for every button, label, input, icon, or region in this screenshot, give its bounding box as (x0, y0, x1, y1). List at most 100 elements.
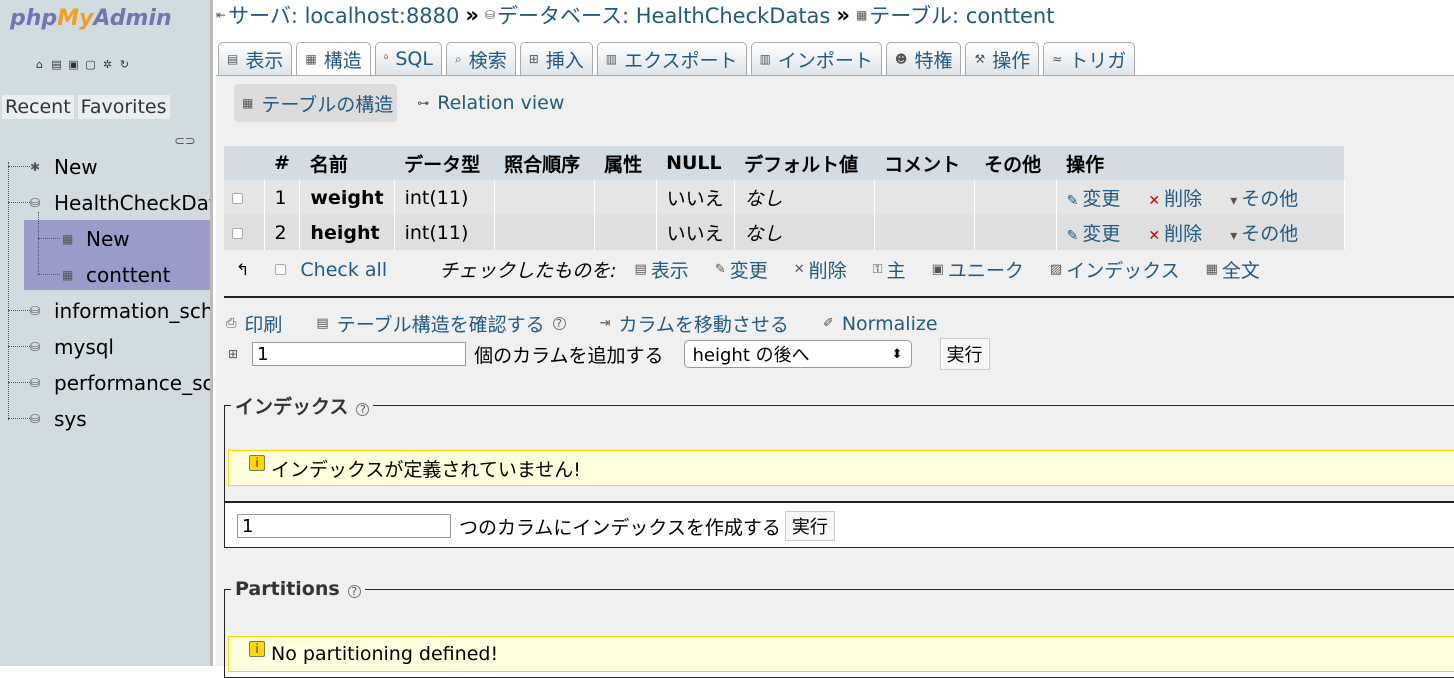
subtab-table-structure[interactable]: ▦ テーブルの構造 (234, 84, 398, 122)
header-extra[interactable]: その他 (974, 146, 1057, 180)
home-icon[interactable]: ⌂ (33, 58, 46, 71)
header-type[interactable]: データ型 (394, 146, 495, 180)
drop-link[interactable]: ✕ 削除 (1148, 188, 1202, 210)
tree-item-new-table[interactable]: ▦ New (62, 222, 130, 256)
tab-import[interactable]: ▥ インポート (750, 42, 882, 75)
tree-line (8, 202, 30, 203)
bulk-unique-button[interactable]: ▣ ユニーク (932, 256, 1024, 283)
tab-operations[interactable]: ⚒ 操作 (965, 42, 1040, 75)
link-icon[interactable]: ⊂⊃ (174, 134, 196, 149)
cell-type: int(11) (394, 215, 495, 250)
select-arrows-icon: ⬍ (891, 346, 903, 362)
subtab-relation-view[interactable]: ⊶ Relation view (409, 84, 568, 122)
info-icon: i (249, 641, 265, 657)
tab-search[interactable]: ⌕ 検索 (445, 42, 516, 75)
help-icon[interactable]: ▢ (84, 58, 97, 71)
structure-icon: ▦ (242, 96, 254, 110)
tree-item-conttent[interactable]: ▦ conttent (62, 258, 170, 292)
breadcrumb: ⇤ サーバ: localhost:8880 » ⛁ データベース: Health… (216, 2, 1054, 28)
move-columns-icon: ⇥ (599, 316, 611, 331)
tab-insert[interactable]: ⊞ 挿入 (519, 42, 593, 75)
check-all-checkbox[interactable] (275, 264, 287, 275)
check-all-label[interactable]: Check all (300, 259, 387, 281)
tree-item-sys[interactable]: ⛁ sys (30, 402, 87, 436)
row-checkbox[interactable] (232, 227, 243, 239)
help-icon[interactable]: ? (347, 585, 361, 598)
structure-links: ⎙ 印刷 ▤ テーブル構造を確認する? ⇥ カラムを移動させる ✐ Normalize (226, 310, 972, 337)
indexes-legend: インデックス? (231, 392, 373, 419)
main-panel: ⇤ サーバ: localhost:8880 » ⛁ データベース: Health… (216, 0, 1454, 678)
more-dropdown[interactable]: ▾ その他 (1230, 188, 1298, 210)
propose-structure-link[interactable]: ▤ テーブル構造を確認する? (316, 310, 566, 337)
fulltext-icon: ▦ (1205, 262, 1218, 277)
drop-link[interactable]: ✕ 削除 (1148, 223, 1202, 245)
collapse-icon[interactable]: ⇤ (216, 8, 226, 22)
chevron-down-icon: ▾ (1230, 228, 1238, 244)
tree-item-healthcheckdatas[interactable]: ⛁HealthCheckDatas (30, 186, 210, 220)
tab-structure[interactable]: ▦ 構造 (296, 42, 371, 75)
table-icon: ▦ (62, 268, 74, 282)
index-column-count-input[interactable]: 1 (237, 514, 451, 538)
header-attributes[interactable]: 属性 (594, 146, 657, 180)
bulk-change-button[interactable]: ✎ 変更 (715, 256, 768, 283)
header-collation[interactable]: 照合順序 (494, 146, 595, 180)
favorites-tab[interactable]: Favorites (77, 95, 170, 119)
recent-tab[interactable]: Recent (2, 95, 74, 119)
table-icon: ▦ (855, 8, 868, 22)
phpmyadmin-logo[interactable]: phpMyAdmin (10, 6, 172, 31)
reload-icon[interactable]: ↻ (118, 58, 131, 71)
tree-item-mysql[interactable]: ⛁ mysql (30, 330, 114, 364)
settings-icon[interactable]: ✲ (101, 58, 114, 71)
tree-item-performance-schema[interactable]: ⛁performance_schema (30, 366, 210, 400)
divider (224, 296, 1454, 298)
database-icon: ⛁ (484, 8, 496, 22)
cell-default: なし (734, 215, 875, 250)
tab-export[interactable]: ▥ エクスポート (596, 42, 747, 75)
breadcrumb-table[interactable]: テーブル: conttent (869, 0, 1054, 30)
more-dropdown[interactable]: ▾ その他 (1230, 223, 1298, 245)
database-icon: ⛁ (30, 340, 41, 354)
help-icon[interactable]: ? (552, 317, 566, 330)
header-comment[interactable]: コメント (874, 146, 975, 180)
tree-line (8, 166, 30, 167)
normalize-link[interactable]: ✐ Normalize (823, 310, 938, 337)
column-position-select[interactable]: height の後へ ⬍ (683, 340, 912, 368)
breadcrumb-database[interactable]: データベース: HealthCheckDatas (497, 0, 830, 30)
add-column-go-button[interactable]: 実行 (939, 338, 990, 370)
exit-icon[interactable]: ▤ (50, 58, 63, 71)
help-icon[interactable]: ? (356, 403, 370, 416)
print-link[interactable]: ⎙ 印刷 (226, 310, 282, 337)
breadcrumb-separator: » (465, 3, 479, 27)
header-name[interactable]: 名前 (299, 146, 395, 180)
tab-triggers[interactable]: ≈ トリガ (1043, 42, 1136, 75)
create-index-label: つのカラムにインデックスを作成する (459, 516, 781, 539)
with-selected-label: チェックしたものを: (439, 260, 617, 282)
delete-icon: ✕ (793, 262, 805, 277)
tab-privileges[interactable]: ☻ 特権 (885, 42, 962, 75)
table-tabs: ▤ 表示 ▦ 構造 ᵟ SQL ⌕ 検索 ⊞ 挿入 ▥ エクスポート ▥ インポート ☻ 特権 … (218, 42, 1136, 76)
browse-icon: ▤ (634, 262, 647, 277)
docs-icon[interactable]: ▣ (67, 58, 80, 71)
move-columns-link[interactable]: ⇥ カラムを移動させる (600, 310, 789, 337)
bulk-drop-button[interactable]: ✕ 削除 (794, 256, 847, 283)
browse-icon: ▤ (227, 52, 239, 66)
create-index-go-button[interactable]: 実行 (784, 511, 835, 541)
bulk-browse-button[interactable]: ▤ 表示 (635, 256, 689, 283)
tab-browse[interactable]: ▤ 表示 (218, 42, 293, 75)
row-checkbox-cell (224, 180, 265, 215)
header-null[interactable]: NULL (656, 146, 735, 180)
bulk-index-button[interactable]: ▨ インデックス (1050, 256, 1180, 283)
bulk-primary-button[interactable]: ⚿ 主 (873, 256, 906, 283)
add-column-count-input[interactable]: 1 (252, 342, 467, 366)
breadcrumb-server[interactable]: サーバ: localhost:8880 (228, 0, 459, 30)
tree-item-information-schema[interactable]: ⛁information_schema (30, 294, 210, 328)
tree-item-new[interactable]: ✱ New (30, 150, 98, 184)
header-default[interactable]: デフォルト値 (734, 146, 875, 180)
row-checkbox[interactable] (232, 192, 243, 204)
change-link[interactable]: ✎ 変更 (1067, 223, 1121, 245)
bulk-fulltext-button[interactable]: ▦ 全文 (1206, 256, 1260, 283)
triggers-icon: ≈ (1052, 52, 1063, 66)
tab-sql[interactable]: ᵟ SQL (374, 42, 442, 75)
cell-number: 1 (264, 180, 301, 215)
change-link[interactable]: ✎ 変更 (1067, 188, 1121, 210)
